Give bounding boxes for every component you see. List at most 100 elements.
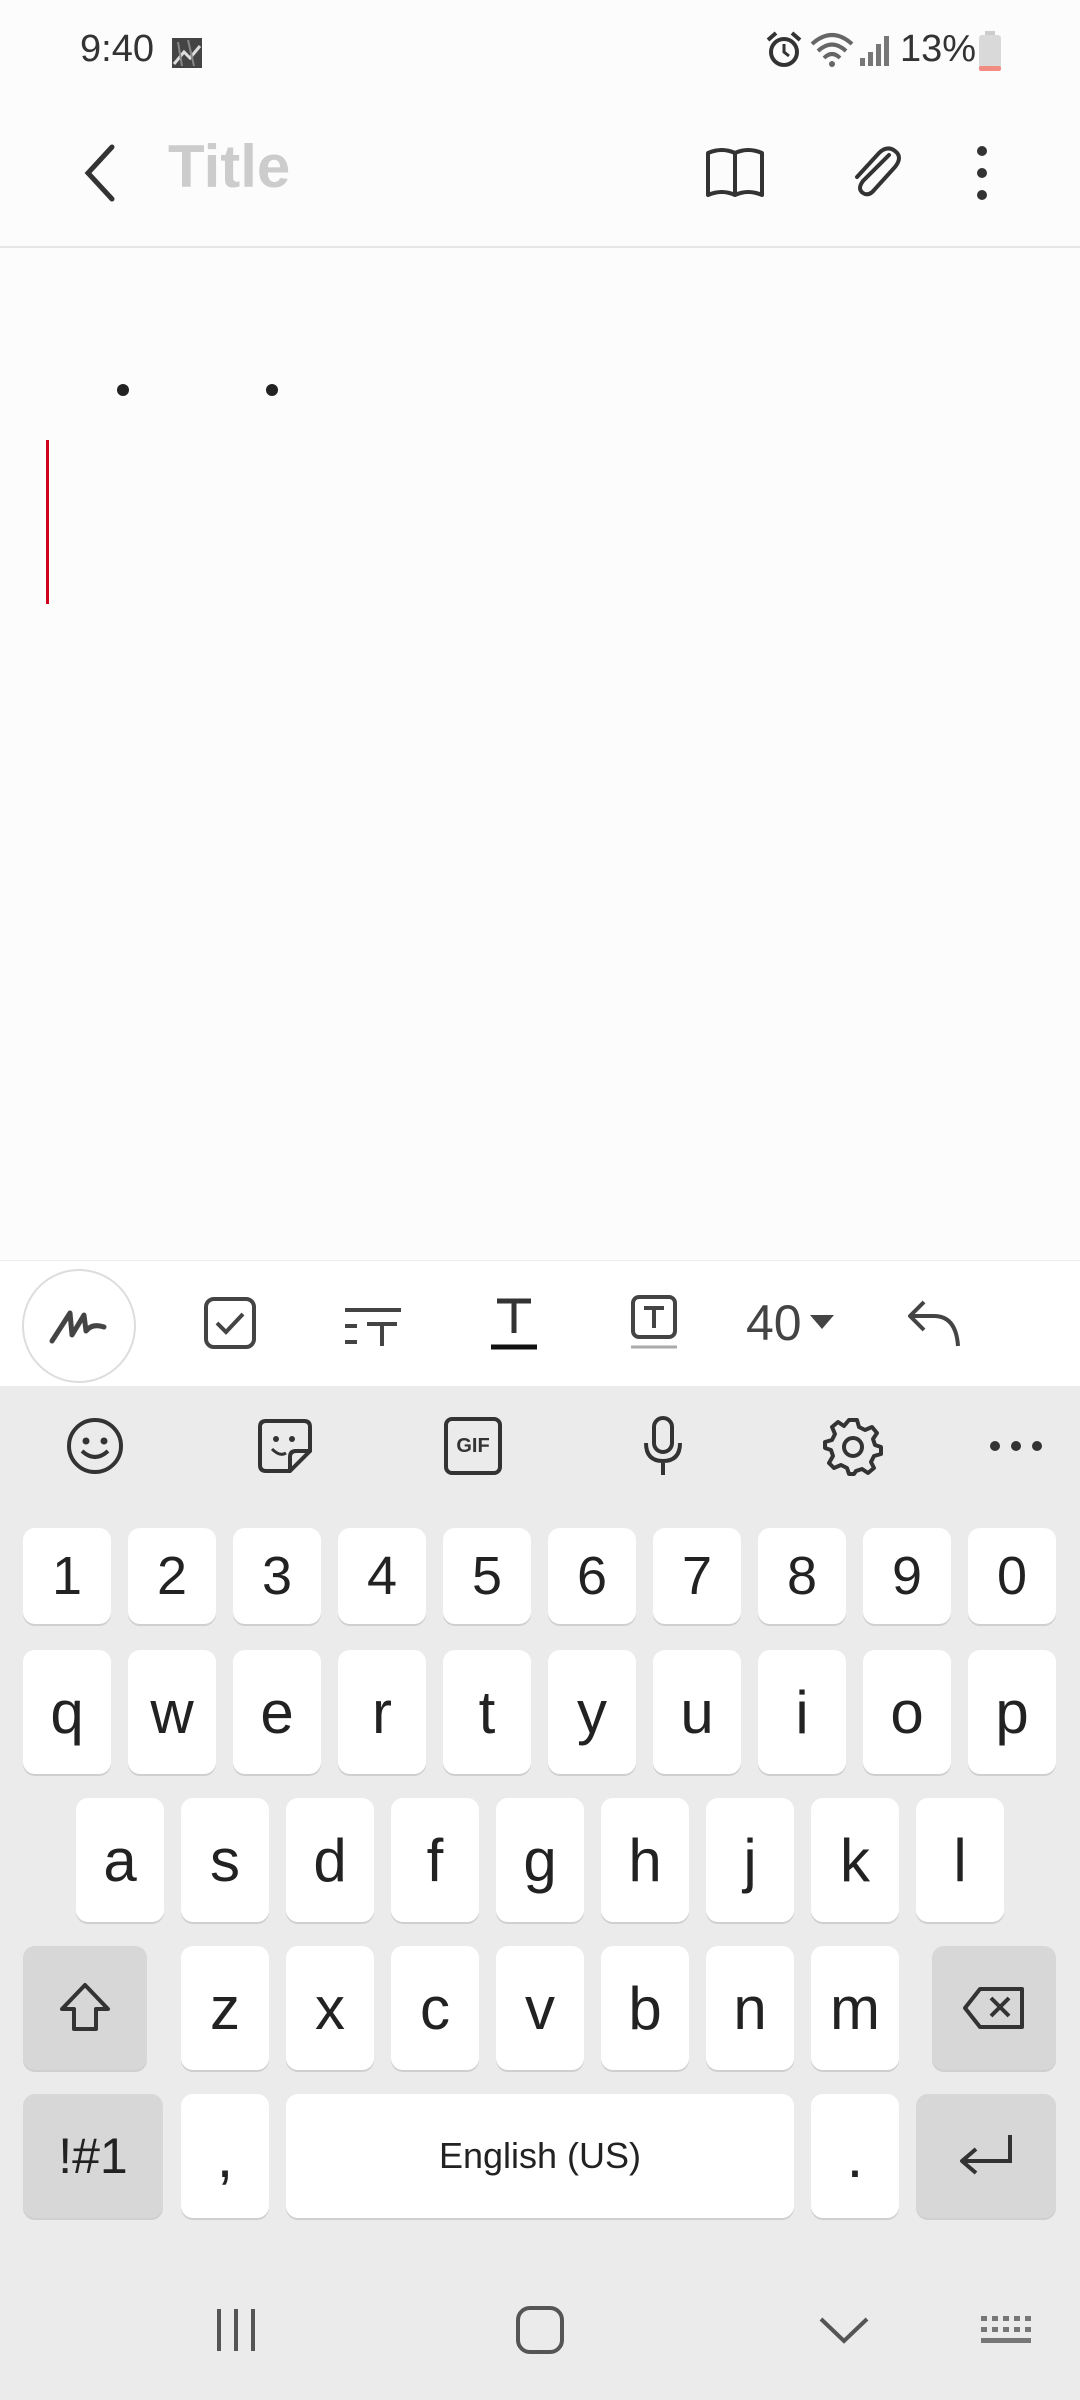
hide-keyboard-button[interactable]: [804, 2290, 884, 2370]
battery-icon: [979, 31, 1001, 71]
enter-icon: [960, 2135, 1012, 2175]
key-n[interactable]: n: [706, 1946, 794, 2070]
key-d[interactable]: d: [286, 1798, 374, 1922]
key-5[interactable]: 5: [443, 1528, 531, 1624]
shift-key[interactable]: [23, 1946, 147, 2070]
keyboard-settings-button[interactable]: [813, 1406, 893, 1486]
key-u[interactable]: u: [653, 1650, 741, 1774]
gif-button[interactable]: GIF: [433, 1406, 513, 1486]
alarm-icon: [766, 31, 802, 67]
emoji-button[interactable]: [55, 1406, 135, 1486]
key-o[interactable]: o: [863, 1650, 951, 1774]
sticker-icon: [258, 1419, 312, 1473]
key-1[interactable]: 1: [23, 1528, 111, 1624]
key-6[interactable]: 6: [548, 1528, 636, 1624]
handwriting-button[interactable]: [22, 1269, 136, 1383]
backspace-key[interactable]: [932, 1946, 1056, 2070]
notification-image-icon: [172, 38, 202, 68]
keyboard-icon: [981, 2316, 1031, 2343]
text-format-icon: [491, 1298, 537, 1350]
bullet-point: [117, 384, 129, 396]
gear-icon: [823, 1418, 883, 1476]
gif-icon: GIF: [444, 1417, 502, 1475]
checkbox-button[interactable]: [192, 1285, 268, 1361]
key-0[interactable]: 0: [968, 1528, 1056, 1624]
battery-percent: 13%: [900, 28, 977, 70]
status-time: 9:40: [80, 28, 154, 70]
handwriting-pen-icon: [49, 1310, 107, 1344]
key-k[interactable]: k: [811, 1798, 899, 1922]
recent-apps-button[interactable]: [196, 2290, 276, 2370]
more-horizontal-icon: [990, 1441, 1042, 1451]
microphone-icon: [644, 1416, 682, 1475]
key-a[interactable]: a: [76, 1798, 164, 1922]
enter-key[interactable]: [916, 2094, 1056, 2218]
attach-button[interactable]: [840, 130, 910, 216]
key-2[interactable]: 2: [128, 1528, 216, 1624]
wifi-icon: [810, 33, 854, 67]
emoji-icon: [67, 1418, 123, 1474]
shift-arrow-icon: [60, 1983, 110, 2031]
key-s[interactable]: s: [181, 1798, 269, 1922]
key-l[interactable]: l: [916, 1798, 1004, 1922]
period-key[interactable]: .: [811, 2094, 899, 2218]
more-options-button[interactable]: [960, 130, 1004, 216]
keyboard-switch-button[interactable]: [968, 2290, 1048, 2370]
format-toolbar: 40: [0, 1260, 1080, 1387]
key-v[interactable]: v: [496, 1946, 584, 2070]
backspace-icon: [963, 1987, 1024, 2029]
key-4[interactable]: 4: [338, 1528, 426, 1624]
book-icon: [706, 148, 764, 197]
recent-apps-icon: [217, 2309, 255, 2351]
key-8[interactable]: 8: [758, 1528, 846, 1624]
font-size-selector[interactable]: 40: [746, 1285, 834, 1361]
signal-icon: [860, 36, 889, 66]
key-q[interactable]: q: [23, 1650, 111, 1774]
key-m[interactable]: m: [811, 1946, 899, 2070]
key-r[interactable]: r: [338, 1650, 426, 1774]
note-body[interactable]: [0, 248, 1080, 1258]
status-bar: 9:40 13%: [0, 0, 1080, 100]
dropdown-triangle-icon: [809, 1315, 834, 1329]
key-w[interactable]: w: [128, 1650, 216, 1774]
key-7[interactable]: 7: [653, 1528, 741, 1624]
voice-input-button[interactable]: [623, 1406, 703, 1486]
key-c[interactable]: c: [391, 1946, 479, 2070]
key-b[interactable]: b: [601, 1946, 689, 2070]
title-input[interactable]: [168, 126, 608, 206]
keyboard: GIF 1 2 3 4 5 6 7 8 9 0 q w e r t y u i …: [0, 1386, 1080, 2400]
key-z[interactable]: z: [181, 1946, 269, 2070]
text-box-icon: [631, 1295, 677, 1349]
key-g[interactable]: g: [496, 1798, 584, 1922]
key-y[interactable]: y: [548, 1650, 636, 1774]
space-key[interactable]: English (US): [286, 2094, 794, 2218]
key-h[interactable]: h: [601, 1798, 689, 1922]
font-size-value: 40: [746, 1295, 802, 1351]
key-j[interactable]: j: [706, 1798, 794, 1922]
key-3[interactable]: 3: [233, 1528, 321, 1624]
key-f[interactable]: f: [391, 1798, 479, 1922]
text-style-button[interactable]: [334, 1285, 410, 1361]
key-t[interactable]: t: [443, 1650, 531, 1774]
text-format-button[interactable]: [476, 1285, 552, 1361]
text-cursor: [46, 440, 49, 604]
checkbox-icon: [204, 1297, 256, 1349]
reading-mode-button[interactable]: [700, 130, 770, 216]
comma-key[interactable]: ,: [181, 2094, 269, 2218]
more-keyboard-options-button[interactable]: [976, 1406, 1056, 1486]
key-e[interactable]: e: [233, 1650, 321, 1774]
key-i[interactable]: i: [758, 1650, 846, 1774]
paperclip-icon: [855, 146, 901, 197]
sticker-button[interactable]: [245, 1406, 325, 1486]
text-style-icon: [345, 1308, 401, 1346]
key-x[interactable]: x: [286, 1946, 374, 2070]
back-button[interactable]: [60, 130, 140, 216]
key-p[interactable]: p: [968, 1650, 1056, 1774]
home-button[interactable]: [500, 2290, 580, 2370]
undo-button[interactable]: [896, 1285, 972, 1361]
undo-icon: [908, 1300, 960, 1347]
text-background-button[interactable]: [616, 1285, 692, 1361]
key-9[interactable]: 9: [863, 1528, 951, 1624]
symbols-key[interactable]: !#1: [23, 2094, 163, 2218]
more-vertical-icon: [977, 146, 987, 200]
